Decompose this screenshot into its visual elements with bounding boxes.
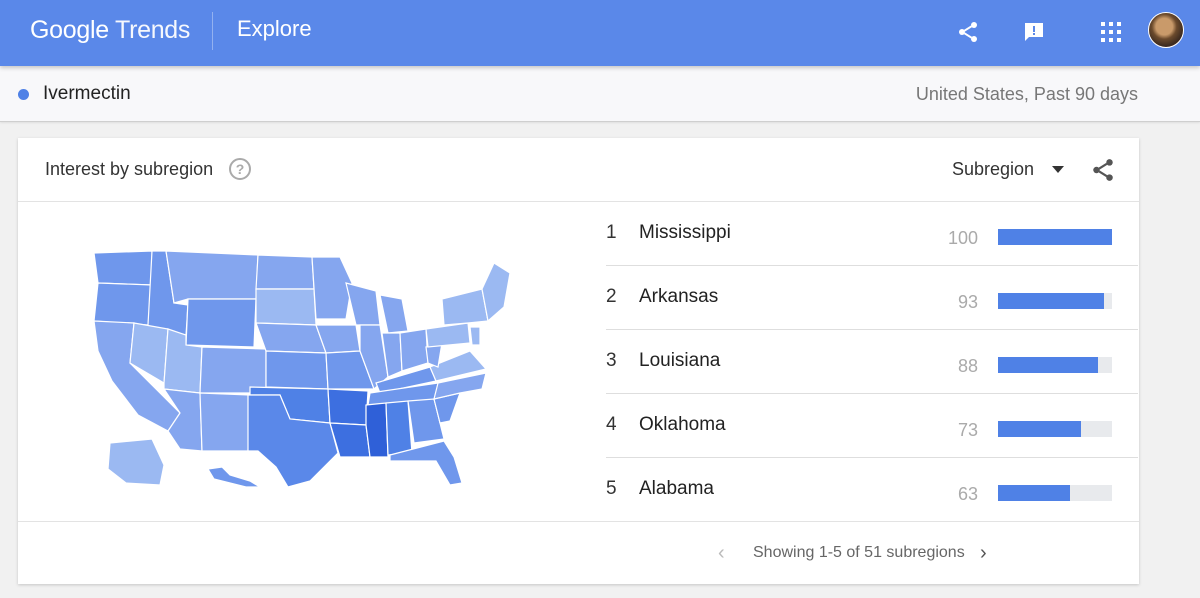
interest-bar [998,293,1112,309]
map-region-oregon [93,282,153,326]
interest-value: 63 [957,484,978,504]
map-region-ohio [399,328,429,372]
interest-bar [998,229,1112,245]
map-region-wyoming [185,298,257,348]
region-name[interactable]: Alabama [639,478,714,500]
interest-bar-fill [998,421,1082,437]
resolution-dropdown[interactable]: Subregion [952,159,1034,180]
map-region-alaska [107,438,165,486]
logo-trends-text: Trends [115,16,191,44]
map-region-nebraska [255,322,327,354]
map-region-arkansas [327,388,369,426]
interest-bar-fill [998,229,1112,245]
chevron-left-icon[interactable]: ‹ [718,542,725,565]
us-choropleth-map[interactable] [90,243,510,488]
region-name[interactable]: Oklahoma [639,414,726,436]
help-icon[interactable]: ? [229,158,251,180]
interest-value: 73 [957,420,978,440]
interest-value: 100 [947,228,978,248]
map-region-new-mexico [199,392,251,452]
map-region-new-england [481,262,510,323]
map-region-washington [93,250,153,286]
interest-bar-fill [998,293,1105,309]
chevron-right-icon[interactable]: › [980,542,987,565]
logo-google-text: Google [30,16,109,44]
interest-bar-fill [998,357,1099,373]
page-title: Explore [237,16,312,41]
apps-grid-icon[interactable] [1093,14,1129,50]
map-region-new-york [441,288,489,326]
ranking-row[interactable]: 4 Oklahoma 73 [606,394,1138,458]
region-name[interactable]: Louisiana [639,350,720,372]
rank-number: 4 [606,414,617,435]
share-icon[interactable] [950,14,986,50]
feedback-icon[interactable] [1016,14,1052,50]
map-region-south-dakota [255,288,317,326]
ranking-row[interactable]: 2 Arkansas 93 [606,266,1138,330]
card-title: Interest by subregion [45,159,214,179]
interest-by-subregion-card: Interest by subregion ? Subregion 1 Miss… [18,138,1139,584]
interest-bar [998,485,1112,501]
ranking-row[interactable]: 1 Mississippi 100 [606,202,1138,266]
map-region-north-dakota [255,254,315,290]
region-name[interactable]: Arkansas [639,286,718,308]
term-color-dot [18,89,29,100]
interest-bar-fill [998,485,1070,501]
map-region-colorado [199,346,267,394]
map-region-minnesota [311,256,353,320]
map-region-kansas [265,350,329,390]
rank-number: 1 [606,222,617,243]
map-region-michigan [379,294,409,334]
pagination: ‹ Showing 1-5 of 51 subregions › [18,542,1139,566]
map-region-alabama [385,400,413,456]
ranking-row[interactable]: 3 Louisiana 88 [606,330,1138,394]
rank-number: 2 [606,286,617,307]
map-region-pennsylvania [425,322,471,348]
interest-bar [998,421,1112,437]
interest-bar [998,357,1112,373]
map-region-mississippi [365,402,389,458]
rank-number: 5 [606,478,617,499]
search-term-bar: Ivermectin United States, Past 90 days [0,66,1200,122]
card-share-icon[interactable] [1090,157,1116,183]
google-trends-logo[interactable]: Google Trends [30,16,190,45]
map-region-montana [165,250,259,304]
rank-number: 3 [606,350,617,371]
filters-summary[interactable]: United States, Past 90 days [916,84,1138,105]
map-region-wisconsin [345,282,381,326]
chevron-down-icon[interactable] [1052,166,1064,173]
region-name[interactable]: Mississippi [639,222,731,244]
map-region-new-jersey [469,326,481,346]
top-app-bar: Google Trends Explore [0,0,1200,66]
pagination-summary: Showing 1-5 of 51 subregions [753,544,965,561]
avatar[interactable] [1148,12,1184,48]
interest-value: 93 [957,292,978,312]
search-term-label[interactable]: Ivermectin [43,83,131,105]
ranking-row[interactable]: 5 Alabama 63 [606,458,1138,522]
interest-value: 88 [957,356,978,376]
map-region-hawaii [207,466,263,488]
card-footer-divider [18,521,1139,522]
header-divider [212,12,213,50]
